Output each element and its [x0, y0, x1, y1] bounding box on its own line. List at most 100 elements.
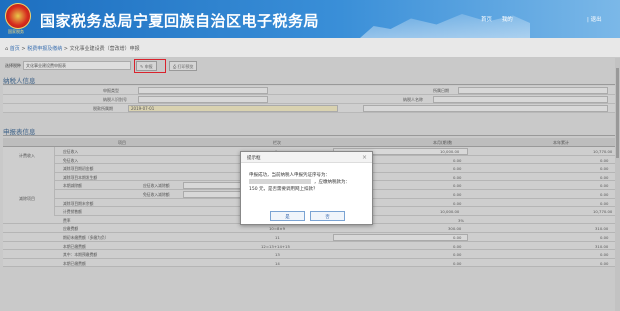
- row-value: 0.00: [453, 192, 462, 197]
- row-year-value: 310.00: [595, 226, 609, 232]
- table-row: 本期已缴费额 12=13+14+15 0.00 310.00: [3, 241, 615, 251]
- dialog-title: 提示框: [241, 152, 372, 163]
- row-value: 0.00: [453, 174, 462, 180]
- row-year-value: 0.00: [600, 174, 609, 180]
- home-icon: ⌂: [5, 46, 9, 52]
- scrollbar[interactable]: [615, 58, 620, 311]
- nav-home[interactable]: 首页: [481, 17, 492, 23]
- breadcrumb: ⌂ 首页 > 税费申报及缴纳 > 文化事业建设费（营改增）申报: [0, 38, 620, 58]
- input-cell[interactable]: [333, 234, 468, 241]
- tax-period-end-field[interactable]: [363, 105, 608, 112]
- row-value: 0.00: [453, 235, 462, 240]
- breadcrumb-sep: >: [63, 46, 68, 52]
- taxpayer-id-field[interactable]: [138, 96, 268, 103]
- highlight-box: [134, 59, 166, 73]
- row-year-value: 0.00: [600, 166, 609, 172]
- table-row: 本期已缴费额 14 0.00 0.00: [3, 258, 615, 268]
- group-label-income: 计费收入: [3, 147, 55, 182]
- row-year-value: 0.00: [600, 235, 609, 240]
- table-row: 其中：本期预缴费额 13 0.00 0.00: [3, 250, 615, 259]
- field-label: 税款所属期: [93, 106, 113, 111]
- row-value: 0.00: [453, 157, 462, 163]
- dialog-line-3: 150 元，是否需要调用网上扣款？: [249, 187, 318, 193]
- row-item: 计费销售额: [63, 209, 82, 215]
- row-subitem: 免征收入减除额: [143, 192, 170, 197]
- row-line: 14: [275, 260, 280, 266]
- print-label: 打印预览: [177, 64, 194, 69]
- tax-type-label: 选择税种: [5, 63, 21, 68]
- table-row: 应缴费额 10=8×9 300.00 310.00: [3, 224, 615, 233]
- logout-link[interactable]: | 退出: [587, 15, 602, 23]
- col-this-period: 本月(期)数: [433, 140, 453, 145]
- breadcrumb-home[interactable]: 首页: [10, 46, 20, 52]
- row-line: 12=13+14+15: [261, 243, 290, 249]
- date-field[interactable]: [458, 87, 608, 94]
- tax-emblem-icon: [5, 3, 31, 29]
- row-year-value: 0.00: [600, 260, 609, 266]
- field-label: 所属日期: [433, 88, 449, 93]
- nav-mine[interactable]: 我的: [502, 17, 513, 23]
- row-value: 0.00: [453, 243, 462, 249]
- emblem-caption: 国家税务: [8, 29, 24, 34]
- site-title: 国家税务总局宁夏回族自治区电子税务局: [40, 12, 320, 30]
- top-nav: 首页 我的: [481, 15, 521, 23]
- row-value: 10,000.00: [440, 149, 460, 154]
- field-label: 纳税人名称: [403, 97, 423, 102]
- tax-type-select[interactable]: 文化事业建设费申报表: [23, 61, 131, 70]
- row-item: 免征收入: [63, 157, 79, 163]
- row-year-value: 0.00: [600, 183, 609, 189]
- row-item: 期初未缴费额（多缴为负）: [63, 235, 109, 240]
- col-item: 项目: [118, 140, 126, 145]
- row-year-value: 0.00: [600, 252, 609, 258]
- table-row: 期初未缴费额（多缴为负） 11 0.00 0.00: [3, 233, 615, 242]
- row-value: 0.00: [453, 166, 462, 172]
- toolbar: 选择税种 文化事业建设费申报表 ✎ 申报 ⎙ 打印预览: [3, 59, 615, 73]
- taxpayer-name-field[interactable]: [433, 96, 608, 103]
- section-divider: [3, 135, 615, 136]
- row-item: 其中：本期预缴费额: [63, 252, 98, 258]
- row-value: 0.00: [453, 200, 462, 206]
- row-value: 300.00: [448, 226, 462, 232]
- row-value: 0.00: [453, 252, 462, 258]
- group-label-deduction: 减除项目: [3, 181, 55, 216]
- row-item: 本期已缴费额: [63, 260, 86, 266]
- close-icon[interactable]: ×: [362, 154, 367, 161]
- taxpayer-row: 申报类型 所属日期: [3, 86, 615, 95]
- dialog-line-2: ，应缴纳税款为：: [314, 180, 350, 186]
- row-year-value: 10,770.00: [593, 209, 613, 215]
- row-line: 10=8×9: [269, 226, 286, 232]
- field-label: 申报类型: [103, 88, 119, 93]
- prompt-dialog: 提示框 × 申报成功，当前纳税人申报凭证序号为： ，应缴纳税款为： 150 元，…: [240, 151, 373, 225]
- row-line: 11: [275, 235, 280, 240]
- tax-period-field[interactable]: [128, 105, 338, 112]
- breadcrumb-tax-declare[interactable]: 税费申报及缴纳: [27, 46, 62, 52]
- redacted-voucher-number: [249, 179, 311, 185]
- row-year-value: 10,770.00: [593, 149, 613, 154]
- print-preview-button[interactable]: ⎙ 打印预览: [169, 61, 198, 71]
- breadcrumb-current: 文化事业建设费（营改增）申报: [69, 46, 140, 52]
- row-item: 本期已缴费额: [63, 243, 86, 249]
- declare-type-field[interactable]: [138, 87, 268, 94]
- row-item: 本期减除额: [63, 183, 82, 189]
- table-header: 项目 栏次 本月(期)数 本年累计: [3, 138, 615, 147]
- row-item: 减除项目本期发生额: [63, 174, 98, 180]
- cancel-button[interactable]: 否: [310, 211, 345, 221]
- page-header: 国家税务 国家税务总局宁夏回族自治区电子税务局 首页 我的 | 退出: [0, 0, 620, 38]
- row-item: 应缴费额: [63, 226, 79, 232]
- row-value: 0.00: [453, 183, 462, 189]
- scrollbar-thumb[interactable]: [616, 68, 619, 158]
- row-subitem: 应征收入减除额: [143, 183, 170, 189]
- taxpayer-row: 税款所属期 2019-07-01: [3, 104, 615, 113]
- dialog-line-1: 申报成功，当前纳税人申报凭证序号为：: [249, 173, 330, 178]
- section-divider: [3, 84, 615, 85]
- confirm-button[interactable]: 是: [270, 211, 305, 221]
- tax-period-value: 2019-07-01: [131, 106, 155, 111]
- row-value: 10,000.00: [440, 209, 460, 215]
- great-wall-graphic: [360, 14, 530, 38]
- col-year-total: 本年累计: [553, 140, 569, 145]
- dialog-message: 申报成功，当前纳税人申报凭证序号为： ，应缴纳税款为： 150 元，是否需要调用…: [249, 172, 369, 194]
- field-label: 纳税人识别号: [103, 97, 127, 102]
- col-line: 栏次: [273, 140, 281, 145]
- row-item: 减除项目期初金额: [63, 166, 94, 172]
- row-item: 费率: [63, 217, 71, 223]
